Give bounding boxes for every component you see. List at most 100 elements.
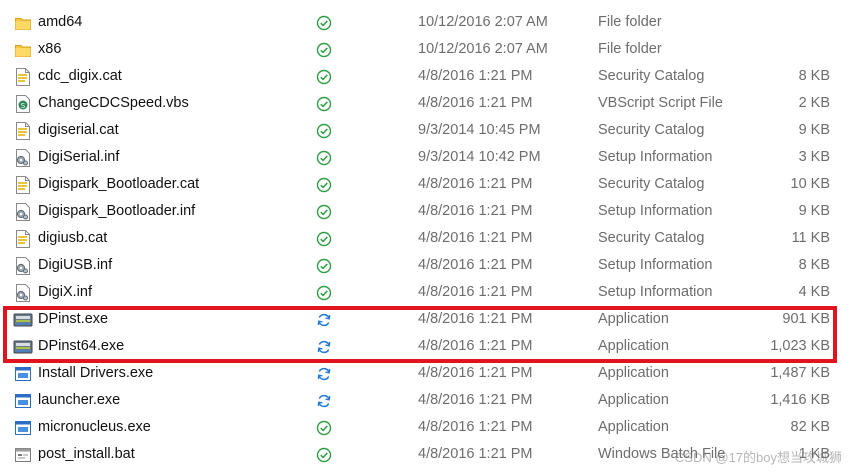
file-name: ChangeCDCSpeed.vbs <box>38 95 189 111</box>
file-date-modified: 4/8/2016 1:21 PM <box>418 176 533 192</box>
file-row[interactable]: DPinst.exe 4/8/2016 1:21 PM Application 901… <box>0 306 854 333</box>
file-size: 9 KB <box>798 122 830 138</box>
file-row[interactable]: Install Drivers.exe 4/8/2016 1:21 PM Appli… <box>0 360 854 387</box>
file-name: post_install.bat <box>38 446 135 462</box>
file-name: amd64 <box>38 14 83 30</box>
synced-check-icon <box>313 9 335 36</box>
setup-info-file-icon <box>13 144 33 171</box>
file-type: Setup Information <box>598 284 713 300</box>
synced-check-icon <box>313 171 335 198</box>
file-date-modified: 4/8/2016 1:21 PM <box>418 68 533 84</box>
file-row[interactable]: DPinst64.exe 4/8/2016 1:21 PM Application 1… <box>0 333 854 360</box>
file-date-modified: 10/12/2016 2:07 AM <box>418 41 548 57</box>
synced-check-icon <box>313 63 335 90</box>
file-row[interactable]: DigiX.inf 4/8/2016 1:21 PM Setup Informati… <box>0 279 854 306</box>
app-window-icon <box>13 414 33 441</box>
file-row[interactable]: digiserial.cat 9/3/2014 10:45 PM Security … <box>0 117 854 144</box>
synced-check-icon <box>313 414 335 441</box>
file-size: 4 KB <box>798 284 830 300</box>
file-date-modified: 4/8/2016 1:21 PM <box>418 392 533 408</box>
batch-file-icon <box>13 441 33 468</box>
file-row[interactable]: amd64 10/12/2016 2:07 AM File folder <box>0 9 854 36</box>
catalog-file-icon <box>13 117 33 144</box>
file-size: 10 KB <box>790 176 831 192</box>
file-name: DigiUSB.inf <box>38 257 113 273</box>
file-row[interactable]: micronucleus.exe 4/8/2016 1:21 PM Applicat… <box>0 414 854 441</box>
file-row[interactable]: launcher.exe 4/8/2016 1:21 PM Application 1… <box>0 387 854 414</box>
file-date-modified: 4/8/2016 1:21 PM <box>418 311 533 327</box>
file-size: 82 KB <box>790 419 831 435</box>
file-list: amd64 10/12/2016 2:07 AM File folder x86 10/… <box>0 9 854 468</box>
file-name: launcher.exe <box>38 392 121 408</box>
file-date-modified: 4/8/2016 1:21 PM <box>418 284 533 300</box>
file-row[interactable]: DigiSerial.inf 9/3/2014 10:42 PM Setup Inf… <box>0 144 854 171</box>
file-type: Application <box>598 365 669 381</box>
setup-info-file-icon <box>13 252 33 279</box>
file-type: Security Catalog <box>598 122 705 138</box>
file-type: VBScript Script File <box>598 95 723 111</box>
file-row[interactable]: digiusb.cat 4/8/2016 1:21 PM Security Cata… <box>0 225 854 252</box>
file-date-modified: 4/8/2016 1:21 PM <box>418 203 533 219</box>
file-row[interactable]: x86 10/12/2016 2:07 AM File folder <box>0 36 854 63</box>
file-type: File folder <box>598 41 662 57</box>
synced-check-icon <box>313 117 335 144</box>
sync-pending-icon <box>313 360 335 387</box>
file-name: Digispark_Bootloader.cat <box>38 176 200 192</box>
sync-pending-icon <box>313 306 335 333</box>
folder-icon <box>13 36 33 63</box>
file-row[interactable]: Digispark_Bootloader.inf 4/8/2016 1:21 PM… <box>0 198 854 225</box>
synced-check-icon <box>313 90 335 117</box>
file-name: Install Drivers.exe <box>38 365 154 381</box>
file-row[interactable]: cdc_digix.cat 4/8/2016 1:21 PM Security Ca… <box>0 63 854 90</box>
catalog-file-icon <box>13 171 33 198</box>
synced-check-icon <box>313 252 335 279</box>
file-type: Setup Information <box>598 149 713 165</box>
file-size: 1,023 KB <box>770 338 830 354</box>
synced-check-icon <box>313 36 335 63</box>
file-date-modified: 4/8/2016 1:21 PM <box>418 365 533 381</box>
file-name: DigiSerial.inf <box>38 149 120 165</box>
file-name: Digispark_Bootloader.inf <box>38 203 196 219</box>
file-name: DPinst64.exe <box>38 338 125 354</box>
synced-check-icon <box>313 225 335 252</box>
file-name: cdc_digix.cat <box>38 68 122 84</box>
file-date-modified: 4/8/2016 1:21 PM <box>418 338 533 354</box>
file-row[interactable]: Digispark_Bootloader.cat 4/8/2016 1:21 PM… <box>0 171 854 198</box>
file-name: DPinst.exe <box>38 311 109 327</box>
file-type: Setup Information <box>598 257 713 273</box>
app-window-icon <box>13 387 33 414</box>
file-type: Security Catalog <box>598 230 705 246</box>
file-row[interactable]: S ChangeCDCSpeed.vbs 4/8/2016 1:21 PM VBScr… <box>0 90 854 117</box>
file-type: Application <box>598 392 669 408</box>
file-size: 3 KB <box>798 149 830 165</box>
file-date-modified: 4/8/2016 1:21 PM <box>418 446 533 462</box>
app-window-icon <box>13 360 33 387</box>
file-type: Security Catalog <box>598 68 705 84</box>
setup-info-file-icon <box>13 198 33 225</box>
file-name: digiusb.cat <box>38 230 108 246</box>
installer-exe-icon <box>13 306 33 333</box>
file-date-modified: 4/8/2016 1:21 PM <box>418 257 533 273</box>
file-size: 901 KB <box>782 311 830 327</box>
synced-check-icon <box>313 441 335 468</box>
file-name: micronucleus.exe <box>38 419 151 435</box>
file-date-modified: 10/12/2016 2:07 AM <box>418 14 548 30</box>
synced-check-icon <box>313 144 335 171</box>
file-size: 1,416 KB <box>770 392 830 408</box>
synced-check-icon <box>313 279 335 306</box>
file-type: File folder <box>598 14 662 30</box>
sync-pending-icon <box>313 387 335 414</box>
file-name: DigiX.inf <box>38 284 92 300</box>
file-size: 1,487 KB <box>770 365 830 381</box>
file-row[interactable]: DigiUSB.inf 4/8/2016 1:21 PM Setup Informa… <box>0 252 854 279</box>
file-date-modified: 4/8/2016 1:21 PM <box>418 95 533 111</box>
sync-pending-icon <box>313 333 335 360</box>
file-date-modified: 9/3/2014 10:42 PM <box>418 149 541 165</box>
file-size: 2 KB <box>798 95 830 111</box>
setup-info-file-icon <box>13 279 33 306</box>
file-type: Application <box>598 311 669 327</box>
file-date-modified: 9/3/2014 10:45 PM <box>418 122 541 138</box>
file-type: Setup Information <box>598 203 713 219</box>
file-date-modified: 4/8/2016 1:21 PM <box>418 419 533 435</box>
vbscript-file-icon: S <box>13 90 33 117</box>
